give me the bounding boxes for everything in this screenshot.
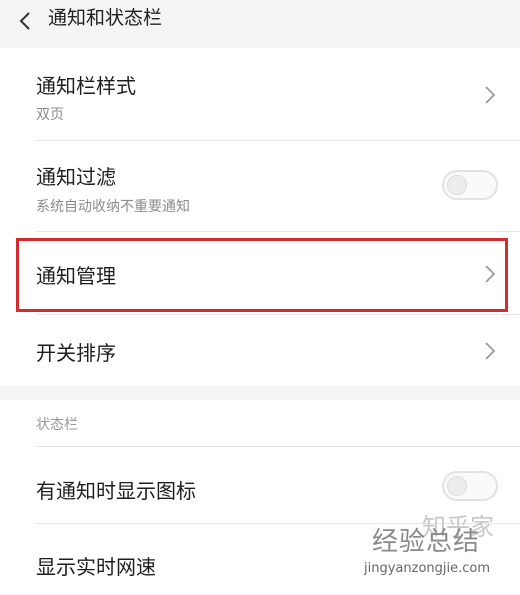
show-notification-icon-title: 有通知时显示图标 [36,479,196,503]
page-title: 通知和状态栏 [48,7,163,29]
chevron-right-icon [485,265,496,283]
toggle-knob [447,476,467,496]
notification-style-value: 双页 [36,107,64,123]
notification-filter-toggle[interactable] [442,170,498,200]
section-header-status-bar: 状态栏 [36,417,78,433]
chevron-right-icon [485,342,496,360]
notification-management-row[interactable]: 通知管理 [0,232,520,314]
back-arrow-icon[interactable] [16,10,36,32]
watermark-main-text: 经验总结 [372,527,481,557]
toggle-knob [447,175,467,195]
show-notification-icon-toggle[interactable] [442,471,498,501]
notification-style-row[interactable]: 通知栏样式 双页 [0,48,520,140]
network-speed-title: 显示实时网速 [36,555,156,579]
watermark: 知乎家 经验总结 jingyanzongjie.com [362,513,512,587]
top-bar: 通知和状态栏 [0,0,520,44]
notification-filter-row: 通知过滤 系统自动收纳不重要通知 [0,141,520,231]
notification-filter-title: 通知过滤 [36,165,116,189]
notification-style-title: 通知栏样式 [36,74,136,98]
notification-settings-card: 通知栏样式 双页 通知过滤 系统自动收纳不重要通知 通知管理 开关排序 [0,48,520,386]
notification-management-title: 通知管理 [36,264,116,288]
switch-sort-row[interactable]: 开关排序 [0,315,520,386]
switch-sort-title: 开关排序 [36,341,116,365]
chevron-right-icon [485,86,496,104]
notification-filter-subtitle: 系统自动收纳不重要通知 [36,199,190,215]
watermark-url: jingyanzongjie.com [364,561,491,576]
